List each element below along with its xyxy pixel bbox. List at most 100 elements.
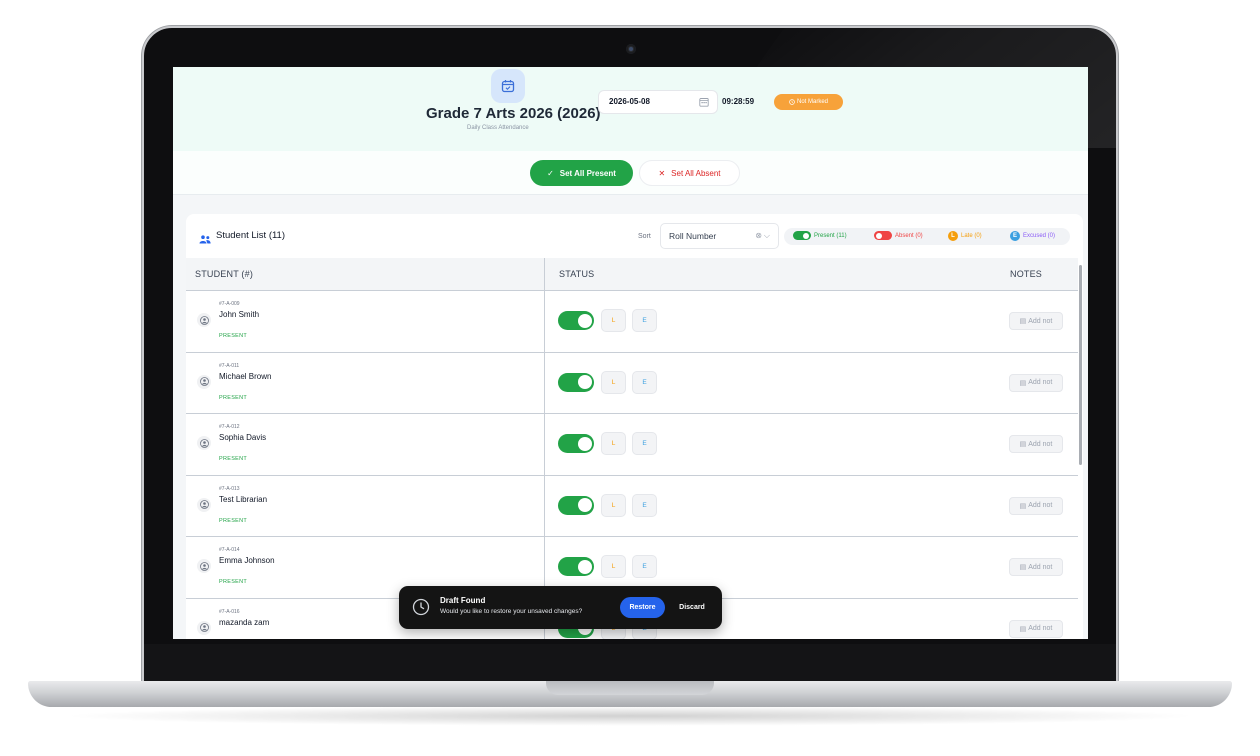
late-button[interactable]: L xyxy=(601,370,626,394)
add-note-label: Add not xyxy=(1028,502,1053,509)
table-row: #7-A-011 Michael Brown PRESENT L E ▤ Add … xyxy=(186,353,1078,414)
excused-button[interactable]: E xyxy=(632,493,657,517)
student-name: Emma Johnson xyxy=(219,556,275,565)
page-title: Grade 7 Arts 2026 (2026) xyxy=(426,105,601,122)
scrollbar-thumb[interactable] xyxy=(1079,265,1082,465)
restore-button[interactable]: Restore xyxy=(620,597,665,618)
late-button[interactable]: L xyxy=(601,309,626,332)
calendar-icon[interactable] xyxy=(699,97,709,109)
student-status: PRESENT xyxy=(219,517,248,524)
date-input[interactable]: 2026-05-08 xyxy=(598,90,718,114)
student-list-label: Student List xyxy=(216,230,267,241)
legend-excused: E Excused (0) xyxy=(1010,231,1055,241)
add-note-button[interactable]: ▤ Add not xyxy=(1009,435,1063,453)
student-status: PRESENT xyxy=(219,333,248,339)
roll-number: #7-A-014 xyxy=(219,547,240,553)
excused-button[interactable]: E xyxy=(632,309,657,332)
add-note-label: Add not xyxy=(1028,379,1053,386)
clear-icon[interactable]: ⊗ xyxy=(755,231,764,240)
avatar-icon xyxy=(197,559,211,573)
legend-late: L Late (0) xyxy=(948,231,982,241)
avatar-icon xyxy=(197,313,211,327)
student-name: John Smith xyxy=(219,310,260,319)
excused-button[interactable]: E xyxy=(632,432,657,455)
table-row: #7-A-009 John Smith PRESENT L E ▤ Add not xyxy=(186,291,1078,353)
student-name: Michael Brown xyxy=(219,371,272,381)
present-toggle[interactable] xyxy=(558,495,594,515)
legend-late-label: Late (0) xyxy=(961,233,982,239)
note-icon: ▤ xyxy=(1019,318,1027,325)
clock-icon xyxy=(412,598,430,621)
late-button[interactable]: L xyxy=(601,432,626,455)
sort-select[interactable]: Roll Number ⊗⌵ xyxy=(660,223,779,249)
set-all-absent-button[interactable]: ✕ Set All Absent xyxy=(639,160,740,186)
add-note-button[interactable]: ▤ Add not xyxy=(1009,619,1063,638)
scrollbar[interactable] xyxy=(1078,257,1083,639)
discard-button[interactable]: Discard xyxy=(672,597,712,618)
note-icon: ▤ xyxy=(1019,625,1027,633)
excused-button[interactable]: E xyxy=(632,555,657,578)
add-note-button[interactable]: ▤ Add not xyxy=(1009,496,1063,515)
excused-dot-icon: E xyxy=(1010,231,1020,241)
roll-number: #7-A-009 xyxy=(219,301,240,307)
note-icon: ▤ xyxy=(1019,502,1027,510)
note-icon: ▤ xyxy=(1019,564,1027,571)
clock-time: 09:28:59 xyxy=(722,97,755,106)
late-button[interactable]: L xyxy=(601,555,626,578)
student-status: PRESENT xyxy=(219,579,248,585)
laptop-shadow xyxy=(60,706,1200,726)
note-icon: ▤ xyxy=(1019,441,1027,448)
avatar-icon xyxy=(197,436,211,450)
add-note-label: Add not xyxy=(1028,625,1053,632)
student-list-title: Student List (11) xyxy=(216,230,285,241)
present-toggle[interactable] xyxy=(558,311,594,330)
toggle-off-icon xyxy=(874,231,892,240)
chevron-down-icon[interactable]: ⌵ xyxy=(764,231,772,240)
x-icon: ✕ xyxy=(658,168,666,178)
student-name: Test Librarian xyxy=(219,494,268,504)
student-status: PRESENT xyxy=(219,456,248,462)
legend-absent-label: Absent (0) xyxy=(895,232,923,239)
page-header: Grade 7 Arts 2026 (2026) Daily Class Att… xyxy=(173,67,1088,151)
present-toggle[interactable] xyxy=(558,434,594,453)
legend-present-label: Present (11) xyxy=(814,232,847,239)
avatar-icon xyxy=(197,374,211,389)
set-all-absent-label: Set All Absent xyxy=(671,168,721,178)
sort-value: Roll Number xyxy=(669,231,717,241)
set-all-present-button[interactable]: ✓ Set All Present xyxy=(530,160,633,186)
webcam-icon xyxy=(626,44,636,54)
table-header: STUDENT (#) STATUS NOTES xyxy=(186,258,1078,291)
avatar-icon xyxy=(197,497,211,512)
legend-absent: Absent (0) xyxy=(874,231,923,240)
student-name: Sophia Davis xyxy=(219,433,267,442)
column-status: STATUS xyxy=(559,269,595,279)
bulk-actions: ✓ Set All Present ✕ Set All Absent xyxy=(173,151,1088,195)
page-subtitle: Daily Class Attendance xyxy=(467,125,529,131)
excused-button[interactable]: E xyxy=(632,370,657,394)
roll-number: #7-A-016 xyxy=(219,608,240,615)
student-list-card: Student List (11) Sort Roll Number ⊗⌵ Pr… xyxy=(186,214,1083,639)
present-toggle[interactable] xyxy=(558,372,594,392)
student-list-header: Student List (11) Sort Roll Number ⊗⌵ Pr… xyxy=(186,214,1083,258)
status-badge: Not Marked xyxy=(774,94,843,110)
add-note-button[interactable]: ▤ Add not xyxy=(1009,312,1063,330)
column-notes: NOTES xyxy=(1010,269,1043,279)
student-count: (11) xyxy=(268,230,286,241)
add-note-label: Add not xyxy=(1028,317,1053,325)
late-dot-icon: L xyxy=(948,231,958,241)
add-note-button[interactable]: ▤ Add not xyxy=(1009,558,1063,576)
toggle-on-icon xyxy=(793,231,811,240)
late-button[interactable]: L xyxy=(601,493,626,517)
laptop-notch xyxy=(546,681,714,695)
set-all-present-label: Set All Present xyxy=(559,168,616,178)
column-student: STUDENT (#) xyxy=(195,269,254,279)
calendar-check-icon xyxy=(491,69,525,103)
add-note-label: Add not xyxy=(1028,440,1053,448)
present-toggle[interactable] xyxy=(558,557,594,576)
status-badge-label: Not Marked xyxy=(796,99,828,105)
avatar-icon xyxy=(197,620,211,635)
legend-present: Present (11) xyxy=(793,231,847,240)
note-icon: ▤ xyxy=(1019,379,1027,387)
table-row: #7-A-012 Sophia Davis PRESENT L E ▤ Add n… xyxy=(186,414,1078,476)
add-note-button[interactable]: ▤ Add not xyxy=(1009,373,1063,392)
